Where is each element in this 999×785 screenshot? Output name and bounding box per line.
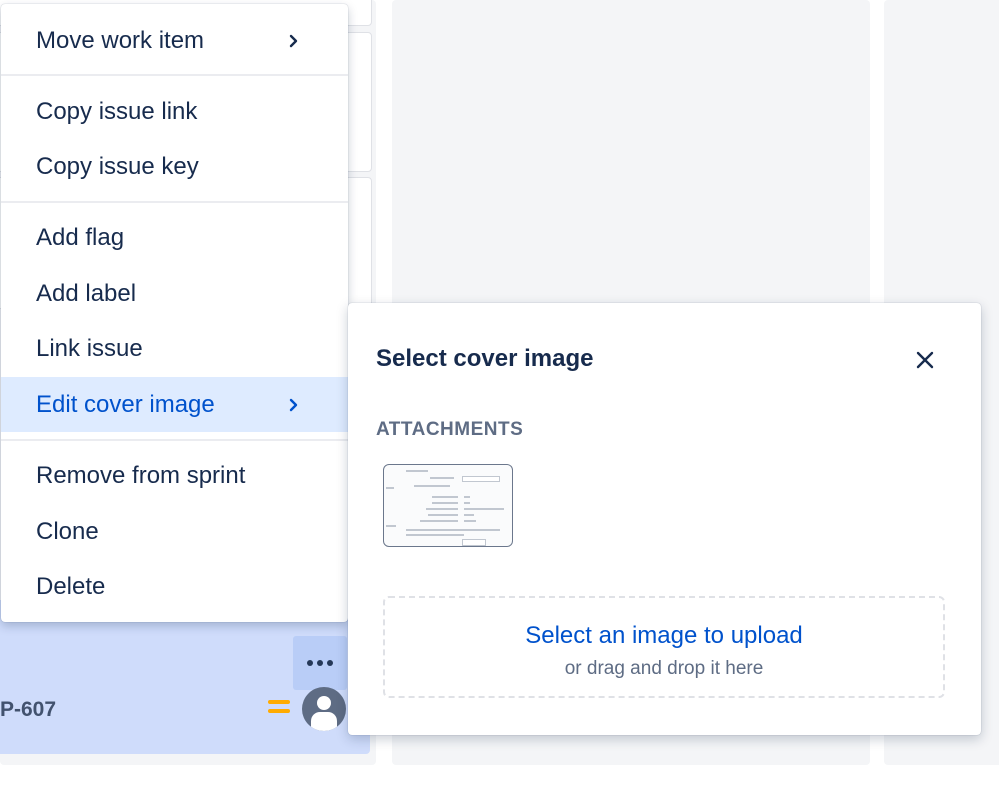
menu-item-label: Delete <box>36 572 106 600</box>
menu-item-move-work-item[interactable]: Move work item <box>1 13 348 68</box>
menu-item-label: Add label <box>36 279 137 307</box>
menu-item-add-flag[interactable]: Add flag <box>1 210 348 265</box>
menu-item-label: Remove from sprint <box>36 461 246 489</box>
close-button[interactable] <box>908 343 942 377</box>
more-actions-button[interactable] <box>293 636 347 690</box>
chevron-right-icon <box>289 34 298 47</box>
menu-item-remove-from-sprint[interactable]: Remove from sprint <box>1 448 348 503</box>
menu-item-delete[interactable]: Delete <box>1 559 348 614</box>
menu-item-label: Copy issue key <box>36 152 199 180</box>
assignee-avatar[interactable] <box>302 687 346 731</box>
menu-item-copy-issue-key[interactable]: Copy issue key <box>1 139 348 194</box>
menu-item-label: Copy issue link <box>36 97 198 125</box>
menu-item-label: Move work item <box>36 26 205 54</box>
menu-item-clone[interactable]: Clone <box>1 504 348 559</box>
menu-item-copy-issue-link[interactable]: Copy issue link <box>1 84 348 139</box>
menu-item-edit-cover-image[interactable]: Edit cover image <box>1 377 348 432</box>
select-image-upload-link[interactable]: Select an image to upload <box>385 622 943 650</box>
select-cover-image-dialog: Select cover image ATTACHMENTS Select an… <box>348 303 981 735</box>
close-icon <box>916 351 934 369</box>
menu-divider <box>1 439 348 441</box>
card-context-menu: Move work item Copy issue link Copy issu… <box>1 4 348 622</box>
priority-medium-icon <box>268 700 290 718</box>
menu-item-label: Link issue <box>36 334 143 362</box>
menu-item-label: Edit cover image <box>36 390 215 418</box>
more-icon <box>307 660 313 666</box>
menu-item-add-label[interactable]: Add label <box>1 266 348 321</box>
attachment-thumbnail[interactable] <box>383 464 513 547</box>
drag-drop-hint: or drag and drop it here <box>564 658 764 679</box>
menu-item-label: Clone <box>36 517 99 545</box>
attachments-heading: ATTACHMENTS <box>376 419 524 440</box>
issue-key: P-607 <box>0 698 57 721</box>
menu-item-link-issue[interactable]: Link issue <box>1 321 348 376</box>
chevron-right-icon <box>289 398 298 411</box>
menu-divider <box>1 74 348 76</box>
image-upload-dropzone[interactable]: Select an image to upload or drag and dr… <box>383 596 945 698</box>
dialog-title: Select cover image <box>376 345 594 372</box>
menu-item-label: Add flag <box>36 223 125 251</box>
menu-divider <box>1 201 348 203</box>
